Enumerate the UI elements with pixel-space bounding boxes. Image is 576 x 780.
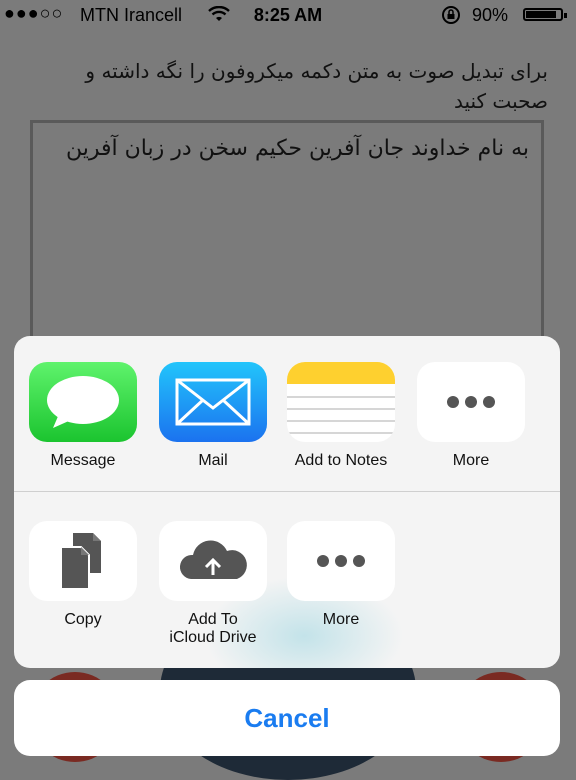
- status-bar: ●●●○○ MTN Irancell 8:25 AM 90%: [0, 0, 576, 30]
- cancel-button[interactable]: Cancel: [14, 680, 560, 756]
- battery-percent: 90%: [472, 5, 509, 25]
- share-mail-button[interactable]: Mail: [153, 362, 273, 470]
- share-add-to-notes-button[interactable]: Add to Notes: [281, 362, 401, 470]
- instruction-text: برای تبدیل صوت به متن دکمه میکروفون را ن…: [85, 59, 548, 113]
- share-add-to-notes-label: Add to Notes: [294, 452, 388, 469]
- share-more-apps-button[interactable]: More: [411, 362, 531, 470]
- cloud-upload-icon: [159, 521, 267, 601]
- copy-documents-icon: [29, 521, 137, 601]
- notes-icon: [287, 362, 395, 442]
- action-copy-label: Copy: [64, 611, 102, 628]
- more-dots-icon: [417, 362, 525, 442]
- message-bubble-icon: [29, 362, 137, 442]
- share-sheet: Message Mail Add to Notes More Copy Add …: [14, 336, 560, 668]
- action-more-button[interactable]: More: [281, 521, 401, 629]
- action-icloud-drive-label: Add To iCloud Drive: [169, 611, 257, 646]
- action-copy-button[interactable]: Copy: [23, 521, 143, 629]
- share-message-button[interactable]: Message: [23, 362, 143, 470]
- transcript-text: به نام خداوند جان آفرین حکیم سخن در زبان…: [65, 136, 529, 161]
- share-message-label: Message: [50, 452, 116, 469]
- share-more-apps-label: More: [452, 452, 490, 469]
- share-row-divider: [14, 491, 560, 492]
- battery-icon: [523, 8, 567, 21]
- share-mail-label: Mail: [198, 452, 228, 469]
- more-dots-icon: [287, 521, 395, 601]
- rotation-lock-icon: [440, 5, 462, 30]
- action-more-label: More: [322, 611, 360, 628]
- envelope-icon: [159, 362, 267, 442]
- action-icloud-drive-button[interactable]: Add To iCloud Drive: [153, 521, 273, 647]
